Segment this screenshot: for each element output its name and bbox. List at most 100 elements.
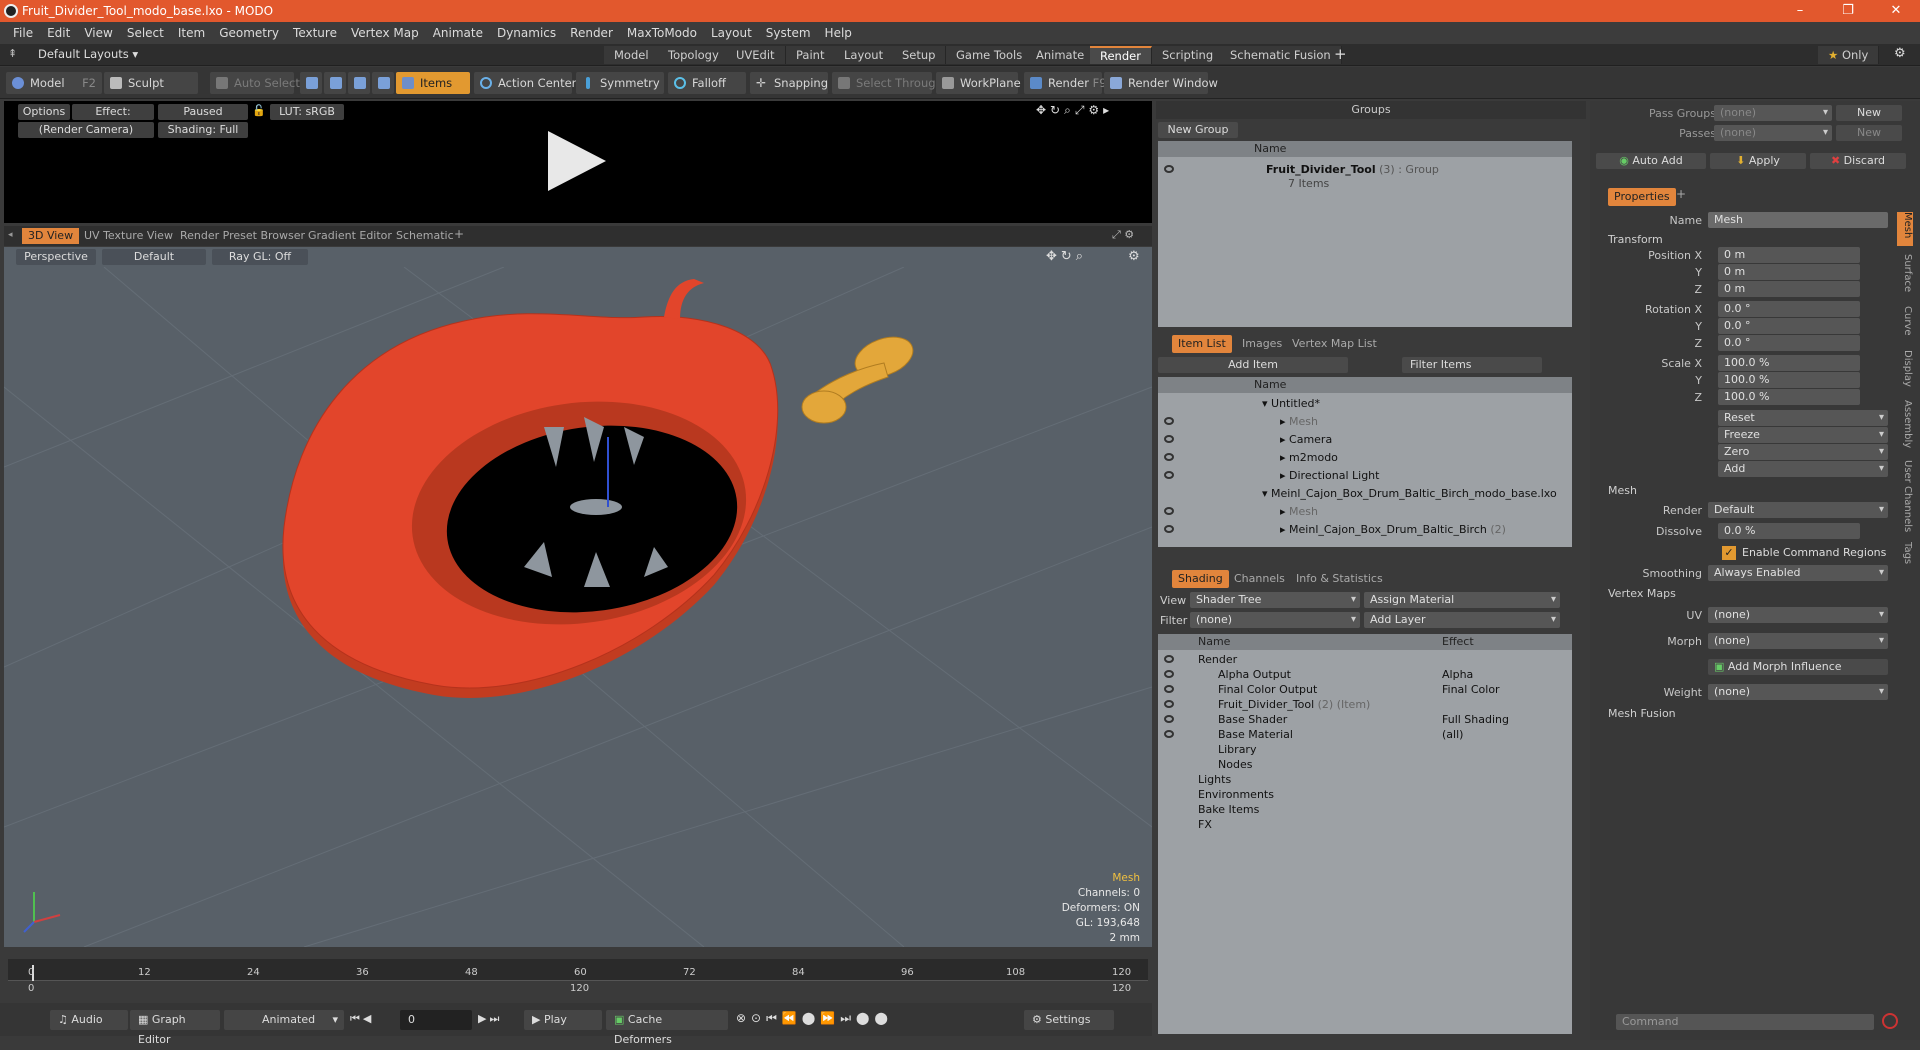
enable-regions-checkbox[interactable]: ✓ <box>1722 546 1736 560</box>
auto-select-button[interactable]: Auto Select <box>210 72 300 94</box>
menu-edit[interactable]: Edit <box>40 26 77 40</box>
add-layer-dropdown[interactable]: Add Layer <box>1364 612 1560 628</box>
tab-animate[interactable]: Animate <box>1026 46 1096 64</box>
expand-arrow-icon[interactable]: ▸ <box>1280 469 1289 482</box>
tab-game-tools[interactable]: Game Tools <box>946 46 1034 64</box>
discard-button[interactable]: ✖ Discard <box>1810 153 1906 169</box>
vertex-maps-section[interactable]: Vertex Maps <box>1608 587 1676 600</box>
mesh-fusion-section[interactable]: Mesh Fusion <box>1608 707 1676 720</box>
tab-layout[interactable]: Layout <box>834 46 895 64</box>
layout-collapse-icon[interactable]: ⇞ <box>8 47 17 60</box>
visibility-eye-icon[interactable] <box>1164 507 1174 515</box>
preview-effect-dropdown[interactable]: Effect: (Shadi... <box>72 104 154 134</box>
shader-tree-row[interactable]: Render <box>1158 652 1572 667</box>
name-field[interactable]: Mesh <box>1708 212 1888 228</box>
new-pass-group-button[interactable]: New <box>1836 105 1902 121</box>
polygons-mode-button[interactable] <box>348 72 370 94</box>
timeline[interactable]: 0 12 24 36 48 60 72 84 96 108 120 0 120 … <box>4 953 1152 997</box>
record-icon[interactable] <box>1882 1013 1898 1029</box>
symmetry-button[interactable]: Symmetry <box>576 72 664 94</box>
shader-tree-row[interactable]: Nodes <box>1158 757 1572 772</box>
expand-arrow-icon[interactable]: ▸ <box>1280 433 1289 446</box>
menu-maxtomodo[interactable]: MaxToModo <box>620 26 704 40</box>
close-icon[interactable]: ✕ <box>1876 0 1916 22</box>
side-tab-surface[interactable]: Surface <box>1897 254 1913 300</box>
viewport-settings-icon[interactable]: ⚙ <box>1128 249 1140 264</box>
tab-paint[interactable]: Paint <box>786 46 836 64</box>
zero-dropdown[interactable]: Zero <box>1718 444 1888 460</box>
tab-3d-view[interactable]: 3D View <box>22 228 80 244</box>
preview-nav-icons[interactable]: ✥↻⌕⤢⚙▸ <box>1036 103 1113 118</box>
item-list-row[interactable]: ▸ Mesh <box>1158 503 1572 521</box>
shader-tree-row[interactable]: FX <box>1158 817 1572 832</box>
item-list-row[interactable]: ▾ Untitled* <box>1158 395 1572 413</box>
materials-mode-button[interactable] <box>372 72 394 94</box>
freeze-dropdown[interactable]: Freeze <box>1718 427 1888 443</box>
weight-dropdown[interactable]: (none) <box>1708 684 1888 700</box>
side-tab-display[interactable]: Display <box>1897 350 1913 394</box>
model-mode-button[interactable]: Model F2 <box>6 72 102 94</box>
assign-material-dropdown[interactable]: Assign Material <box>1364 592 1560 608</box>
menu-file[interactable]: File <box>6 26 40 40</box>
tab-vertex-map-list[interactable]: Vertex Map List <box>1286 335 1383 353</box>
expand-arrow-icon[interactable]: ▾ <box>1262 397 1271 410</box>
item-list-row[interactable]: ▸ Meinl_Cajon_Box_Drum_Baltic_Birch (2) <box>1158 521 1572 539</box>
add-view-icon[interactable]: + <box>454 227 464 241</box>
viewport-3d[interactable]: Perspective Default Ray GL: Off ✥↻⌕ ⚙ Me… <box>4 247 1152 947</box>
visibility-eye-icon[interactable] <box>1164 435 1174 443</box>
dissolve-field[interactable]: 0.0 % <box>1718 523 1860 539</box>
style-dropdown[interactable]: Default <box>102 249 206 265</box>
visibility-eye-icon[interactable] <box>1164 715 1174 723</box>
vertices-mode-button[interactable] <box>300 72 322 94</box>
shader-tree-row[interactable]: Lights <box>1158 772 1572 787</box>
mesh-section[interactable]: Mesh <box>1608 484 1637 497</box>
tab-images[interactable]: Images <box>1236 335 1288 353</box>
layout-preset-dropdown[interactable]: Default Layouts ▾ <box>38 47 138 61</box>
view-dropdown[interactable]: Shader Tree <box>1190 592 1360 608</box>
visibility-eye-icon[interactable] <box>1164 417 1174 425</box>
maximize-icon[interactable]: ❐ <box>1828 0 1868 22</box>
side-tab-tags[interactable]: Tags <box>1897 542 1913 572</box>
snapping-button[interactable]: ✛ Snapping <box>750 72 828 94</box>
gear-icon[interactable]: ⚙ <box>1894 46 1906 61</box>
scale-z-field[interactable]: 100.0 % <box>1718 389 1860 405</box>
menu-animate[interactable]: Animate <box>426 26 490 40</box>
only-toggle[interactable]: ★ Only <box>1818 46 1880 64</box>
filter-items-input[interactable]: Filter Items <box>1402 357 1542 373</box>
expand-arrow-icon[interactable]: ▸ <box>1280 523 1289 536</box>
lock-icon[interactable]: 🔓 <box>252 104 266 117</box>
shader-tree-row[interactable]: Bake Items <box>1158 802 1572 817</box>
tab-channels[interactable]: Channels <box>1228 570 1291 588</box>
menu-layout[interactable]: Layout <box>704 26 759 40</box>
settings-button[interactable]: ⚙ Settings <box>1024 1010 1114 1030</box>
shader-effect[interactable]: (all) <box>1442 727 1463 742</box>
tab-model[interactable]: Model <box>604 46 660 64</box>
rotation-y-field[interactable]: 0.0 ° <box>1718 318 1860 334</box>
menu-item[interactable]: Item <box>171 26 212 40</box>
item-list-row[interactable]: ▸ Mesh <box>1158 413 1572 431</box>
side-tab-assembly[interactable]: Assembly <box>1897 400 1913 454</box>
edges-mode-button[interactable] <box>324 72 346 94</box>
position-x-field[interactable]: 0 m <box>1718 247 1860 263</box>
side-tab-user-channels[interactable]: User Channels <box>1897 460 1913 536</box>
uv-dropdown[interactable]: (none) <box>1708 607 1888 623</box>
tab-topology[interactable]: Topology <box>658 46 730 64</box>
tab-gradient-editor[interactable]: Gradient Editor <box>302 228 398 244</box>
new-pass-button[interactable]: New <box>1836 125 1902 141</box>
tab-shading[interactable]: Shading <box>1172 570 1229 588</box>
animated-dropdown[interactable]: Animated ▾ <box>224 1010 344 1030</box>
preview-options-button[interactable]: Options <box>18 104 70 120</box>
preview-paused-button[interactable]: Paused <box>158 104 248 120</box>
visibility-eye-icon[interactable] <box>1164 700 1174 708</box>
item-list-row[interactable]: ▸ Directional Light <box>1158 467 1572 485</box>
menu-vertex-map[interactable]: Vertex Map <box>344 26 426 40</box>
tab-properties[interactable]: Properties <box>1608 188 1676 206</box>
menu-render[interactable]: Render <box>563 26 620 40</box>
shader-tree-row[interactable]: Library <box>1158 742 1572 757</box>
tab-item-list[interactable]: Item List <box>1172 335 1232 353</box>
passes-dropdown[interactable]: (none) <box>1714 125 1832 141</box>
cache-deformers-button[interactable]: ▣ Cache Deformers <box>606 1010 728 1046</box>
apply-button[interactable]: ⬇ Apply <box>1710 153 1806 169</box>
shader-tree-row[interactable]: Base Shader Full Shading <box>1158 712 1572 727</box>
rotation-x-field[interactable]: 0.0 ° <box>1718 301 1860 317</box>
